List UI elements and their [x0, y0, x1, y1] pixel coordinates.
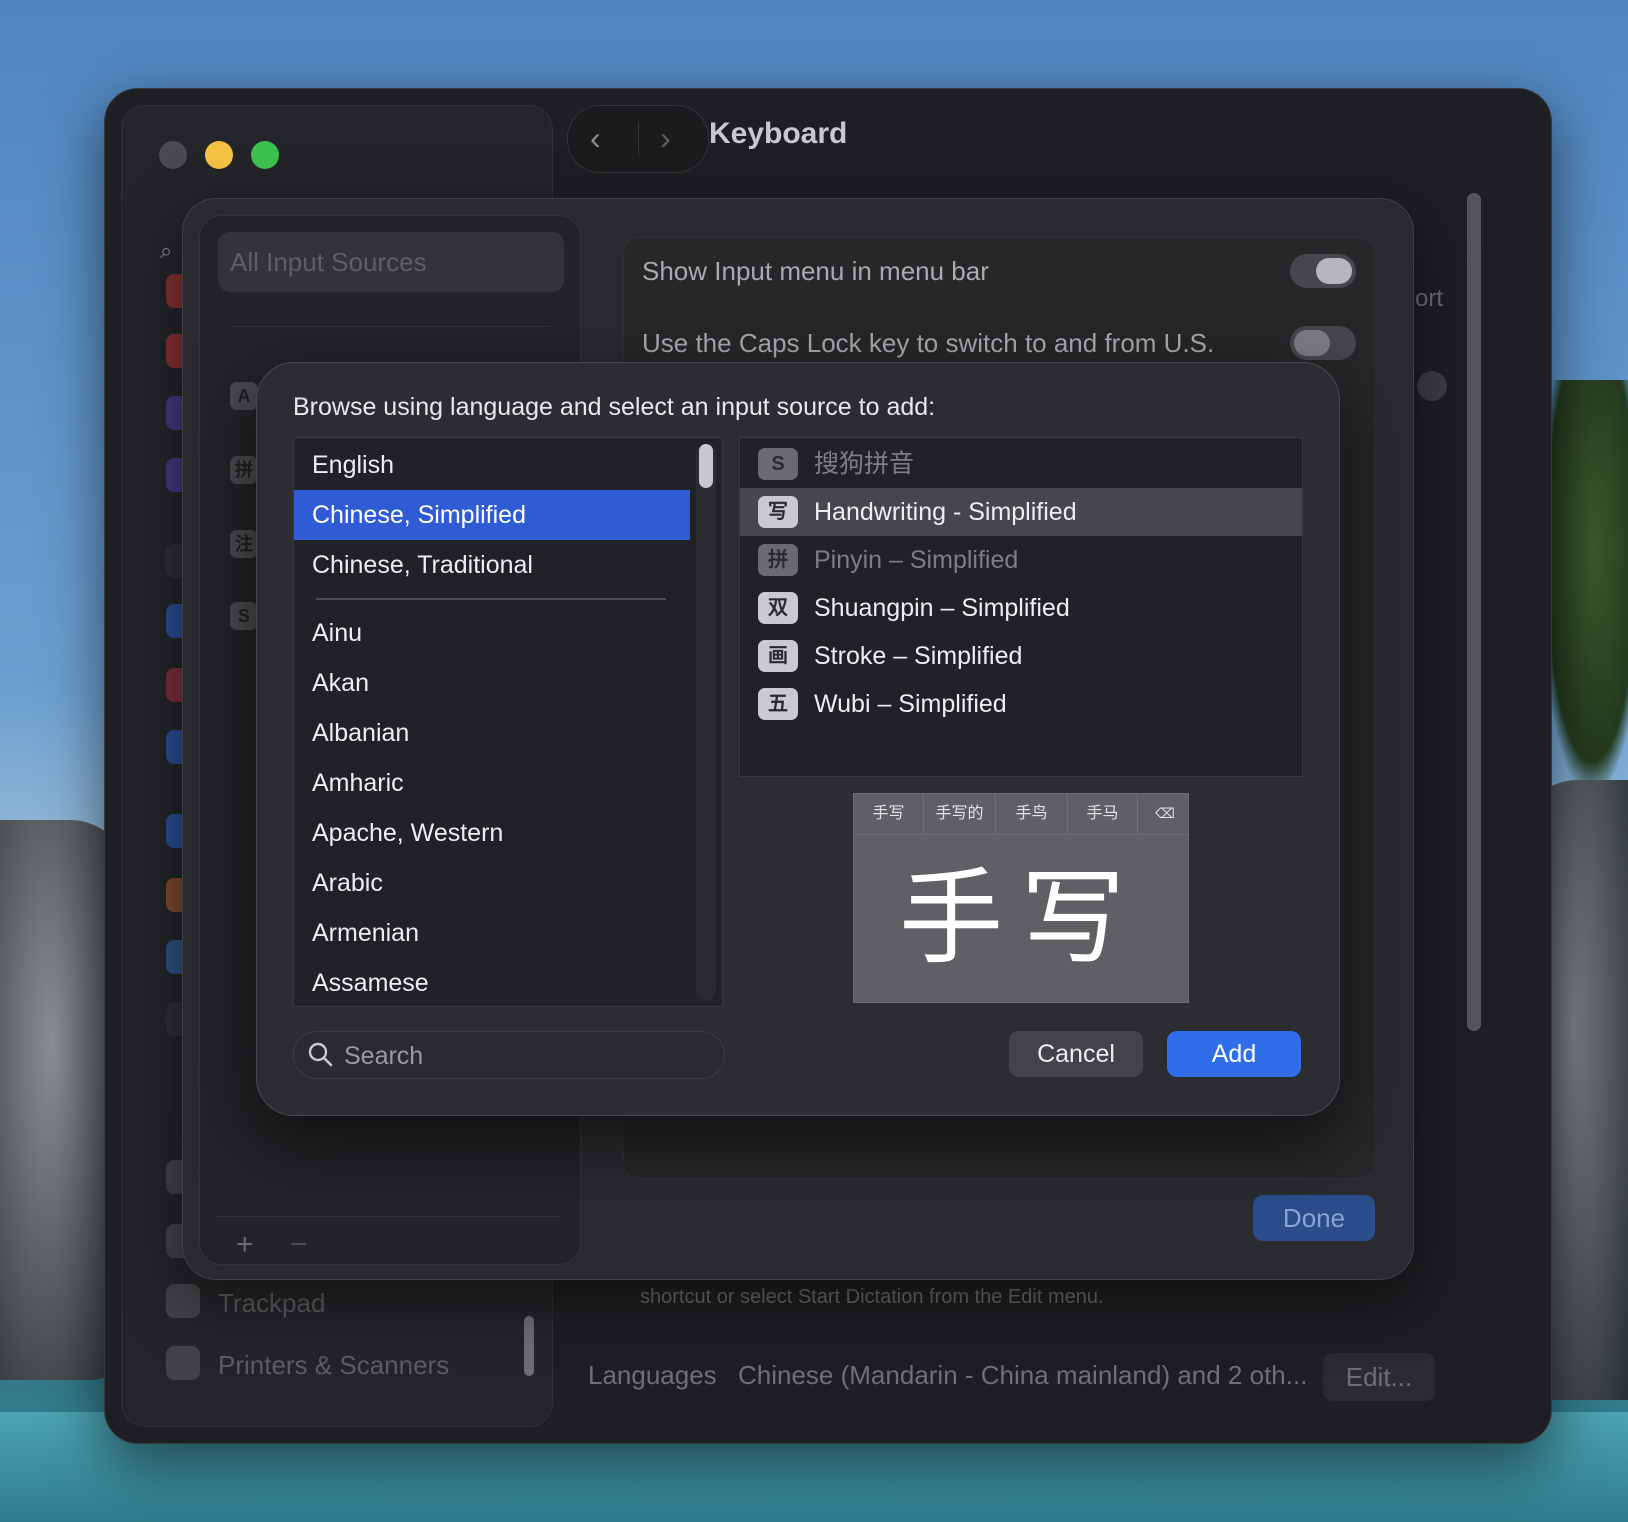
source-label: 搜狗拼音 — [814, 450, 915, 478]
zhuyin-source-icon[interactable]: 注 — [230, 530, 258, 558]
languages-value: Chinese (Mandarin - China mainland) and … — [738, 1360, 1308, 1390]
navigation-buttons: ‹ › — [567, 105, 709, 173]
sogou-source-icon[interactable]: S — [230, 602, 258, 630]
all-input-sources-field[interactable]: All Input Sources — [218, 232, 564, 292]
nav-divider — [638, 122, 639, 156]
sogou-icon: S — [758, 448, 798, 480]
language-item-chinese-simplified[interactable]: Chinese, Simplified — [294, 490, 690, 540]
search-input[interactable] — [342, 1038, 706, 1074]
abc-source-icon[interactable]: A — [230, 382, 258, 410]
wubi-icon: 五 — [758, 688, 798, 720]
candidate-bar: 手写 手写的 手鸟 手马 ⌫ — [854, 794, 1188, 835]
language-item-apache-western[interactable]: Apache, Western — [294, 808, 690, 858]
shuangpin-icon: 双 — [758, 592, 798, 624]
language-item-chinese-traditional[interactable]: Chinese, Traditional — [294, 540, 690, 590]
add-source-button[interactable]: + — [236, 1228, 254, 1262]
pinyin-icon: 拼 — [758, 544, 798, 576]
dialog-prompt: Browse using language and select an inpu… — [293, 393, 936, 421]
sidebar-scrollbar[interactable] — [524, 1316, 534, 1376]
dictation-description: shortcut or select Start Dictation from … — [640, 1286, 1104, 1308]
zoom-window-button[interactable] — [251, 141, 279, 169]
list-divider — [230, 326, 550, 327]
languages-edit-button[interactable]: Edit... — [1323, 1353, 1435, 1401]
language-item-english[interactable]: English — [294, 440, 690, 490]
list-footer-divider — [216, 1216, 562, 1217]
background-toggle[interactable] — [1417, 371, 1447, 401]
show-input-menu-label: Show Input menu in menu bar — [642, 256, 989, 286]
language-item-armenian[interactable]: Armenian — [294, 908, 690, 958]
language-list-scroll-thumb[interactable] — [699, 444, 713, 488]
source-label: Wubi – Simplified — [814, 690, 1007, 718]
caps-lock-switch-toggle[interactable] — [1290, 326, 1356, 360]
handwriting-icon: 写 — [758, 496, 798, 528]
source-item-handwriting[interactable]: 写 Handwriting - Simplified — [740, 488, 1302, 536]
input-source-list: S 搜狗拼音 写 Handwriting - Simplified 拼 Piny… — [739, 437, 1303, 777]
source-label: Shuangpin – Simplified — [814, 594, 1070, 622]
source-item-pinyin[interactable]: 拼 Pinyin – Simplified — [740, 536, 1302, 584]
sidebar-item-printers-scanners[interactable]: Printers & Scanners — [218, 1350, 449, 1381]
handwriting-preview: 手写 手写的 手鸟 手马 ⌫ 手写 — [853, 793, 1189, 1003]
source-item-stroke[interactable]: 画 Stroke – Simplified — [740, 632, 1302, 680]
source-label: Stroke – Simplified — [814, 642, 1023, 670]
source-label: Pinyin – Simplified — [814, 546, 1019, 574]
close-window-button[interactable] — [159, 141, 187, 169]
language-divider — [316, 598, 666, 600]
candidate-item: 手写 — [854, 794, 924, 834]
language-item-amharic[interactable]: Amharic — [294, 758, 690, 808]
add-input-source-dialog: Browse using language and select an inpu… — [256, 362, 1340, 1116]
show-input-menu-toggle[interactable] — [1290, 254, 1356, 288]
add-button[interactable]: Add — [1167, 1031, 1301, 1077]
language-item-assamese[interactable]: Assamese — [294, 958, 690, 1008]
main-scrollbar[interactable] — [1467, 193, 1481, 1031]
background-truncated-text: ort — [1415, 285, 1444, 312]
source-label: Handwriting - Simplified — [814, 498, 1077, 526]
minimize-window-button[interactable] — [205, 141, 233, 169]
caps-lock-switch-label: Use the Caps Lock key to switch to and f… — [642, 328, 1215, 358]
remove-source-button[interactable]: − — [290, 1228, 308, 1262]
language-item-albanian[interactable]: Albanian — [294, 708, 690, 758]
language-list: English Chinese, Simplified Chinese, Tra… — [293, 437, 723, 1007]
done-button[interactable]: Done — [1253, 1195, 1375, 1241]
language-search-field[interactable] — [293, 1031, 725, 1079]
printers-icon[interactable] — [166, 1346, 200, 1380]
candidate-item: 手鸟 — [996, 794, 1068, 834]
language-item-ainu[interactable]: Ainu — [294, 608, 690, 658]
source-item-sogou[interactable]: S 搜狗拼音 — [740, 440, 1302, 488]
sidebar-item-trackpad[interactable]: Trackpad — [218, 1288, 325, 1319]
source-item-shuangpin[interactable]: 双 Shuangpin – Simplified — [740, 584, 1302, 632]
forward-icon[interactable]: › — [660, 120, 671, 157]
back-icon[interactable]: ‹ — [590, 120, 601, 157]
language-list-scrollbar[interactable] — [696, 444, 716, 1000]
source-item-wubi[interactable]: 五 Wubi – Simplified — [740, 680, 1302, 728]
search-icon — [308, 1042, 333, 1067]
candidate-item: 手写的 — [924, 794, 996, 834]
window-title: Keyboard — [709, 117, 848, 150]
language-item-akan[interactable]: Akan — [294, 658, 690, 708]
pinyin-source-icon[interactable]: 拼 — [230, 456, 258, 484]
cancel-button[interactable]: Cancel — [1009, 1031, 1143, 1077]
handwritten-characters: 手写 — [898, 857, 1143, 979]
trackpad-icon[interactable] — [166, 1284, 200, 1318]
candidate-item: 手马 — [1068, 794, 1138, 834]
languages-label: Languages — [588, 1360, 717, 1390]
language-item-arabic[interactable]: Arabic — [294, 858, 690, 908]
stroke-icon: 画 — [758, 640, 798, 672]
delete-icon: ⌫ — [1155, 805, 1175, 821]
